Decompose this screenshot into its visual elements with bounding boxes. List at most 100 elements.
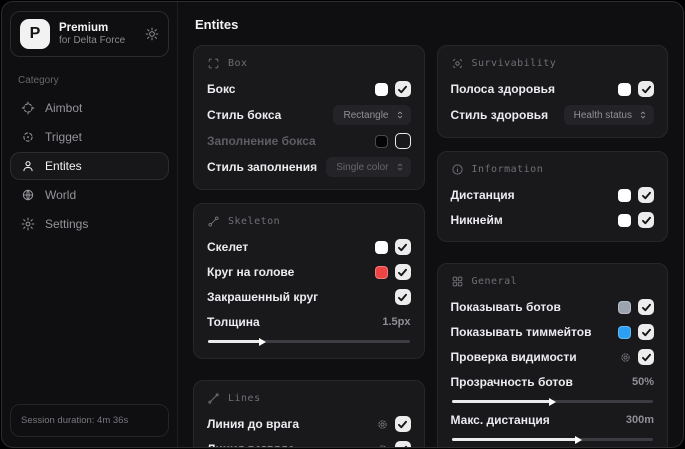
row-label: Полоса здоровья [450,82,555,96]
check-icon [398,243,407,251]
entites-person-icon [21,159,35,173]
row-filled-circle: Закрашенный круг [207,288,411,306]
color-swatch[interactable] [374,134,388,148]
head-circle-checkbox[interactable] [394,264,411,280]
row-box-style: Стиль бокса Rectangle [207,105,411,125]
row-label: Макс. дистанция [450,413,550,427]
bots-opacity-value: 50% [631,376,654,388]
row-enemy-line: Линия до врага [207,415,411,433]
enemy-line-checkbox[interactable] [394,416,411,432]
row-label: Толщина [207,315,260,329]
row-label: Показывать тиммейтов [450,325,592,339]
check-icon [641,216,651,224]
bots-opacity-slider[interactable] [451,397,653,406]
row-look-line: Линия взгляда [207,440,411,447]
check-icon [404,445,407,447]
row-max-distance: Макс. дистанция 300m [450,411,654,444]
show-bots-checkbox[interactable] [638,299,654,315]
chevrons-up-down-icon [397,111,402,119]
row-bots-opacity: Прозрачность ботов 50% [451,373,654,406]
settings-gear-icon [21,217,35,231]
row-label: Никнейм [450,213,503,227]
bone-icon [207,215,220,228]
row-distance: Дистанция [450,186,654,204]
brand-subtitle: for Delta Force [59,34,126,46]
filled-circle-checkbox[interactable] [394,289,411,305]
show-teammates-checkbox[interactable] [638,324,654,340]
panel-header: Lines [228,393,261,404]
health-style-select[interactable]: Health status [563,105,654,125]
color-swatch[interactable] [618,300,631,314]
check-icon [641,328,651,336]
sidebar-item-label: World [45,188,77,202]
row-label: Круг на голове [207,265,295,279]
enemy-line-settings-icon[interactable] [377,419,388,430]
box-checkbox[interactable] [394,81,411,97]
brand-title: Premium [59,21,109,34]
row-label: Дистанция [450,188,515,202]
session-duration: Session duration: 4m 36s [10,404,169,437]
color-swatch[interactable] [618,188,631,202]
skeleton-checkbox[interactable] [394,239,411,255]
sidebar: P Premium for Delta Force Category Aimbo… [2,2,178,447]
panel-header: Box [228,58,248,69]
check-icon [398,293,407,301]
row-label: Заполнение бокса [207,134,316,148]
row-label: Бокс [207,82,236,96]
check-icon [398,85,407,93]
color-swatch[interactable] [374,240,388,254]
nickname-checkbox[interactable] [638,212,654,228]
brand-logo: P [20,19,50,49]
panel-header: Information [471,164,544,175]
panel-header: Skeleton [228,216,281,227]
sidebar-item-world[interactable]: World [10,181,169,209]
distance-checkbox[interactable] [638,187,654,203]
sidebar-item-entites[interactable]: Entites [10,152,169,180]
panel-general: General Показывать ботов Показывать тимм… [436,263,668,447]
row-label: Линия взгляда [207,442,295,447]
visibility-check-icon[interactable] [620,352,631,363]
row-label: Показывать ботов [450,300,561,314]
color-swatch[interactable] [618,213,631,227]
row-health-bar: Полоса здоровья [450,80,654,98]
look-line-settings-icon[interactable] [377,444,388,447]
trigget-target-icon [21,130,35,144]
fill-style-select[interactable]: Single color [326,157,411,177]
look-line-checkbox[interactable] [394,441,411,447]
health-bar-checkbox[interactable] [638,81,654,97]
panel-survivability: Survivability Полоса здоровья Стиль здор… [436,45,668,138]
survivability-icon [451,57,464,70]
world-globe-icon [21,188,35,202]
main-content: Entites Box Бокс Стиль бокса Rectangle З… [178,2,683,447]
info-icon [451,163,464,176]
sidebar-item-settings[interactable]: Settings [10,210,169,238]
slider-thumb[interactable] [259,337,267,346]
box-scan-icon [207,57,220,70]
max-distance-slider[interactable] [451,435,653,444]
sidebar-item-trigget[interactable]: Trigget [10,123,169,151]
chevrons-up-down-icon [640,111,646,119]
category-label: Category [18,75,59,86]
row-label: Стиль бокса [207,108,282,122]
thickness-value: 1.5px [382,316,411,328]
row-label: Стиль здоровья [450,108,549,122]
box-fill-checkbox[interactable] [394,133,411,149]
box-style-select[interactable]: Rectangle [333,105,411,125]
app-window: P Premium for Delta Force Category Aimbo… [1,1,684,448]
visibility-check-checkbox[interactable] [638,349,654,365]
slider-thumb[interactable] [549,397,557,406]
sidebar-item-aimbot[interactable]: Aimbot [10,94,169,122]
color-swatch[interactable] [618,82,631,96]
row-show-teammates: Показывать тиммейтов [450,323,654,341]
color-swatch[interactable] [374,265,388,279]
row-label: Закрашенный круг [207,290,319,304]
thickness-slider[interactable] [208,337,410,346]
brand-settings-icon[interactable] [145,27,159,41]
panel-lines: Lines Линия до врага Линия взгляда [193,380,425,447]
color-swatch[interactable] [618,325,631,339]
color-swatch[interactable] [374,82,388,96]
slider-thumb[interactable] [575,435,583,444]
page-title: Entites [195,17,239,32]
row-skeleton: Скелет [207,238,411,256]
sidebar-item-label: Trigget [45,130,82,144]
